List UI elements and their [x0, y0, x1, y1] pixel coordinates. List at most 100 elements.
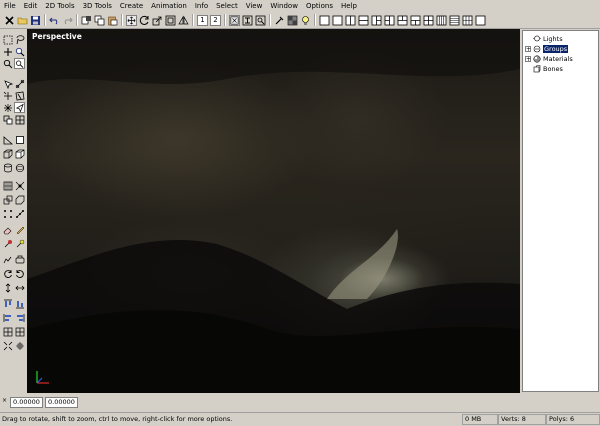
- coord-x-field[interactable]: 0.00000: [10, 397, 43, 408]
- layout-single-icon[interactable]: [475, 15, 486, 26]
- cut-icon[interactable]: [81, 15, 92, 26]
- menu-help[interactable]: Help: [337, 0, 361, 12]
- pan-icon[interactable]: [2, 46, 13, 57]
- select-vertex-icon[interactable]: [2, 78, 13, 89]
- view-1-button[interactable]: 1: [197, 14, 208, 26]
- perspective-viewport[interactable]: Perspective: [27, 29, 520, 393]
- layout-grid-icon[interactable]: [462, 15, 473, 26]
- align-right-icon[interactable]: [14, 312, 25, 323]
- menu-animation[interactable]: Animation: [147, 0, 191, 12]
- menu-create[interactable]: Create: [116, 0, 147, 12]
- layout-four-column-icon[interactable]: [436, 15, 447, 26]
- create-cube-icon[interactable]: [14, 148, 25, 159]
- menu-info[interactable]: Info: [191, 0, 212, 12]
- grid-select-icon[interactable]: [14, 114, 25, 125]
- paste-icon[interactable]: [107, 15, 118, 26]
- joint-pin-icon[interactable]: [14, 238, 25, 249]
- expand-plus-icon[interactable]: +: [525, 56, 531, 63]
- pointer-select-icon[interactable]: [14, 102, 25, 113]
- scale-tool-icon[interactable]: [152, 15, 163, 26]
- tree-item-lights[interactable]: Lights: [525, 34, 596, 44]
- viewport-box-icon-2[interactable]: [332, 15, 343, 26]
- star-select-icon[interactable]: [2, 102, 13, 113]
- select-lasso-icon[interactable]: [14, 34, 25, 45]
- rotate-tool-icon[interactable]: [139, 15, 150, 26]
- menu-options[interactable]: Options: [302, 0, 337, 12]
- scale-uniform-icon[interactable]: [165, 15, 176, 26]
- save-icon[interactable]: [30, 15, 41, 26]
- layout-four-row-icon[interactable]: [449, 15, 460, 26]
- flip-vertical-icon[interactable]: [2, 282, 13, 293]
- select-face-icon[interactable]: [14, 90, 25, 101]
- magnify-icon[interactable]: [14, 46, 25, 57]
- vertex-dots-icon[interactable]: [2, 208, 13, 219]
- menu-view[interactable]: View: [242, 0, 267, 12]
- tree-item-bones[interactable]: Bones: [525, 64, 596, 74]
- fit-vertical-icon[interactable]: [14, 340, 25, 351]
- rotate-cw-icon[interactable]: [2, 268, 13, 279]
- copy-icon[interactable]: [94, 15, 105, 26]
- layout-three-right-icon[interactable]: [384, 15, 395, 26]
- align-bottom-icon[interactable]: [14, 298, 25, 309]
- align-top-icon[interactable]: [2, 298, 13, 309]
- layout-grid-tool-icon[interactable]: [2, 326, 13, 337]
- duplicate-icon[interactable]: [2, 114, 13, 125]
- tree-item-materials[interactable]: + Materials: [525, 54, 596, 64]
- zoom-region-tool-icon[interactable]: [14, 58, 25, 69]
- view-2-button[interactable]: 2: [210, 14, 221, 26]
- texture-icon[interactable]: [287, 15, 298, 26]
- zoom-selected-icon[interactable]: [242, 15, 253, 26]
- weld-icon[interactable]: [14, 180, 25, 191]
- layout-three-left-icon[interactable]: [371, 15, 382, 26]
- create-sphere-icon[interactable]: [14, 162, 25, 173]
- bone-create-icon[interactable]: [2, 254, 13, 265]
- menu-2d-tools[interactable]: 2D Tools: [41, 0, 78, 12]
- layout-split-horizontal-icon[interactable]: [358, 15, 369, 26]
- undo-icon[interactable]: [49, 15, 60, 26]
- light-icon[interactable]: [300, 15, 311, 26]
- zoom-extents-icon[interactable]: [229, 14, 240, 26]
- layout-quad-icon[interactable]: [423, 15, 434, 26]
- bone-weight-icon[interactable]: [14, 254, 25, 265]
- fit-horizontal-icon[interactable]: [2, 340, 13, 351]
- layout-grid-tool-icon-2[interactable]: [14, 326, 25, 337]
- redo-icon[interactable]: [62, 15, 73, 26]
- create-box-icon[interactable]: [2, 148, 13, 159]
- create-triangle-icon[interactable]: [2, 134, 13, 145]
- tree-item-groups[interactable]: + Groups: [525, 44, 596, 54]
- subdivide-icon[interactable]: [2, 180, 13, 191]
- layout-three-bottom-icon[interactable]: [410, 15, 421, 26]
- open-folder-icon[interactable]: [17, 15, 28, 26]
- bevel-icon[interactable]: [14, 194, 25, 205]
- viewport-box-icon-1[interactable]: [319, 15, 330, 26]
- eyedropper-icon[interactable]: [274, 15, 285, 26]
- pin-icon[interactable]: [2, 238, 13, 249]
- pencil-icon[interactable]: [14, 224, 25, 235]
- left-toolbox: [0, 29, 27, 394]
- menu-select[interactable]: Select: [212, 0, 242, 12]
- menu-3d-tools[interactable]: 3D Tools: [79, 0, 116, 12]
- menu-window[interactable]: Window: [266, 0, 302, 12]
- mirror-icon[interactable]: [178, 15, 189, 26]
- create-cylinder-icon[interactable]: [2, 162, 13, 173]
- flip-horizontal-icon[interactable]: [14, 282, 25, 293]
- rotate-ccw-icon[interactable]: [14, 268, 25, 279]
- align-left-icon[interactable]: [2, 312, 13, 323]
- zoom-region-icon[interactable]: [255, 15, 266, 26]
- zoom-tool-icon[interactable]: [2, 58, 13, 69]
- extrude-icon[interactable]: [2, 194, 13, 205]
- menu-file[interactable]: File: [0, 0, 20, 12]
- menu-edit[interactable]: Edit: [20, 0, 42, 12]
- layout-split-vertical-icon[interactable]: [345, 15, 356, 26]
- create-plane-icon[interactable]: [14, 134, 25, 145]
- close-icon[interactable]: [4, 15, 15, 26]
- coord-y-field[interactable]: 0.00000: [45, 397, 78, 408]
- eraser-icon[interactable]: [2, 224, 13, 235]
- vertex-connect-icon[interactable]: [14, 208, 25, 219]
- select-rect-icon[interactable]: [2, 34, 13, 45]
- expand-plus-icon[interactable]: +: [525, 46, 531, 53]
- move-tool-icon[interactable]: [126, 14, 137, 26]
- layout-three-top-icon[interactable]: [397, 15, 408, 26]
- move-vertex-icon[interactable]: [2, 90, 13, 101]
- link-icon[interactable]: [14, 78, 25, 89]
